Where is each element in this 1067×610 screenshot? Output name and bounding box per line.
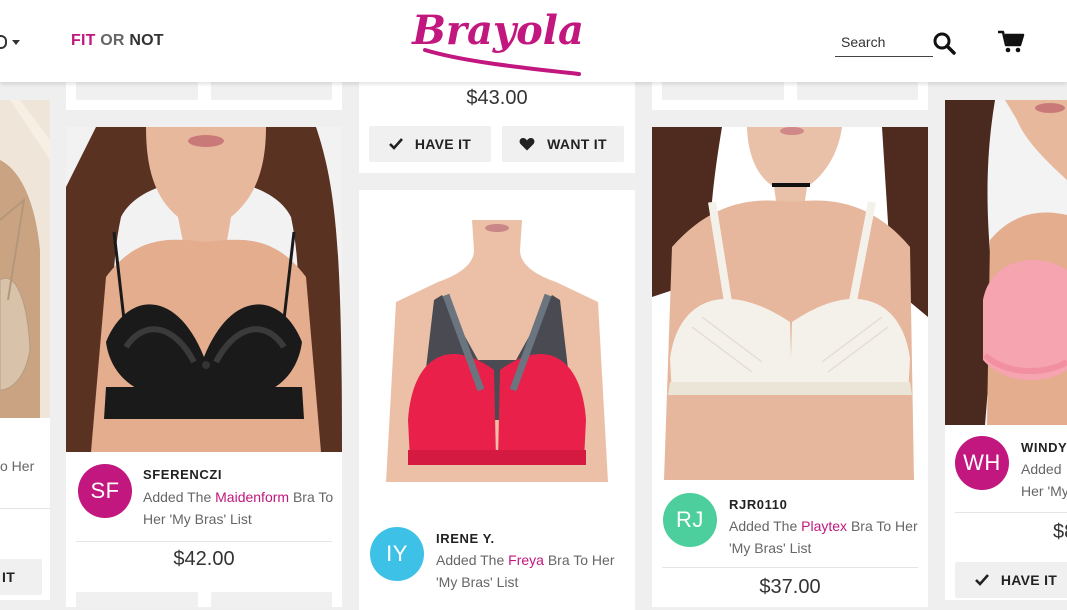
nav-or-text: OR (100, 32, 125, 49)
check-icon (388, 138, 403, 150)
divider (76, 541, 332, 542)
logo-text: Brayola (411, 7, 584, 54)
have-it-label: HAVE IT (1000, 572, 1058, 588)
username[interactable]: RJR0110 (729, 497, 787, 512)
cart-icon[interactable] (997, 30, 1025, 54)
feed-card: RJ RJR0110 Added The Playtex Bra To Her … (652, 127, 928, 607)
user-avatar[interactable]: SF (78, 464, 132, 518)
activity-text: o Her (0, 458, 35, 474)
username[interactable]: SFERENCZI (143, 467, 222, 482)
feed-card-top (652, 82, 928, 110)
activity-prefix: Added The (143, 489, 212, 505)
divider (0, 508, 50, 509)
price: $42.00 (173, 548, 235, 570)
have-it-button[interactable]: HAVE IT (955, 562, 1067, 598)
activity-suffix: Her 'My (1021, 483, 1067, 499)
user-avatar[interactable]: RJ (663, 493, 717, 547)
search-icon[interactable] (932, 31, 956, 55)
feed-card-top: $43.00 HAVE IT WANT IT (359, 82, 635, 173)
activity-text: Added The Playtex Bra To Her 'My Bras' L… (729, 515, 928, 559)
product-image[interactable] (945, 100, 1067, 425)
have-it-button[interactable]: HAVE IT (369, 126, 491, 162)
feed-card: IY IRENE Y. Added The Freya Bra To Her '… (359, 190, 635, 610)
username[interactable]: IRENE Y. (436, 531, 495, 546)
feed-card-partial-left: o Her IT (0, 100, 50, 600)
product-image[interactable] (66, 127, 342, 452)
user-avatar[interactable]: WH (955, 436, 1009, 490)
top-header: FIT OR NOT Brayola (0, 0, 1067, 82)
search-input[interactable] (835, 34, 931, 50)
check-icon (974, 574, 989, 586)
activity-text: Added The Maidenform Bra To Her 'My Bras… (143, 486, 342, 530)
feed-card: SF SFERENCZI Added The Maidenform Bra To… (66, 127, 342, 607)
have-it-button[interactable]: IT (0, 559, 42, 595)
brand-link[interactable]: Freya (508, 552, 544, 568)
price: $37.00 (759, 576, 821, 598)
activity-text: Added The Freya Bra To Her 'My Bras' Lis… (436, 549, 635, 593)
want-it-button[interactable]: WANT IT (502, 126, 624, 162)
product-image[interactable] (386, 220, 608, 482)
have-it-label: IT (2, 569, 16, 585)
heart-icon (519, 137, 535, 151)
brayola-logo[interactable]: Brayola (405, 2, 591, 80)
brand-link[interactable]: Playtex (801, 518, 847, 534)
want-it-label: WANT IT (547, 136, 607, 152)
brand-link[interactable]: Maidenform (215, 489, 289, 505)
product-image[interactable] (652, 127, 928, 480)
search-field (835, 34, 933, 57)
want-it-button[interactable] (211, 82, 332, 100)
divider (955, 512, 1067, 513)
user-avatar[interactable]: IY (370, 527, 424, 581)
activity-prefix: Added (1021, 461, 1062, 477)
nav-not-text: NOT (129, 32, 164, 49)
feed-card-top (66, 82, 342, 110)
username[interactable]: WINDY (1021, 440, 1067, 455)
want-it-button[interactable] (797, 82, 918, 100)
price: $43.00 (466, 87, 528, 109)
menu-dropdown-icon[interactable] (0, 33, 20, 50)
price: $8 (1053, 521, 1067, 543)
have-it-button[interactable] (76, 82, 198, 100)
product-image[interactable] (0, 100, 50, 418)
nav-fit-text: FIT (71, 32, 96, 49)
activity-prefix: Added The (729, 518, 798, 534)
divider (662, 567, 918, 568)
nav-fit-or-not[interactable]: FIT OR NOT (71, 32, 164, 50)
activity-text: Added Her 'My (1021, 458, 1067, 502)
activity-prefix: Added The (436, 552, 505, 568)
feed-card-partial-right: WH WINDY Added Her 'My $8 HAVE IT (945, 100, 1067, 600)
have-it-label: HAVE IT (414, 136, 472, 152)
have-it-button[interactable] (662, 82, 784, 100)
